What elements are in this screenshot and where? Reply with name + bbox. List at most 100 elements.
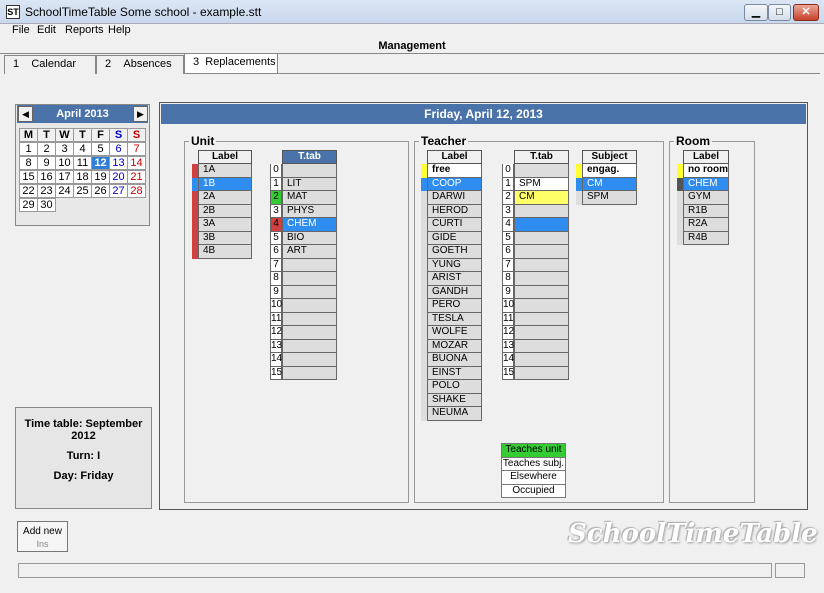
teacher-period-row[interactable]: 5 (502, 231, 569, 245)
teacher-row[interactable]: GIDE (421, 231, 482, 245)
unit-row[interactable]: 3B (192, 231, 252, 245)
unit-period-row[interactable]: 15 (270, 366, 337, 380)
minimize-button[interactable]: ▁ (744, 4, 768, 21)
calendar-day[interactable]: 24 (55, 184, 74, 198)
calendar-day[interactable]: 11 (73, 156, 92, 170)
teacher-row[interactable]: COOP (421, 177, 482, 191)
teacher-period-row[interactable]: 0 (502, 164, 569, 178)
next-month-icon[interactable]: ▶ (133, 106, 148, 122)
unit-period-row[interactable]: 5 BIO (270, 231, 337, 245)
calendar-day[interactable]: 18 (73, 170, 92, 184)
calendar-day[interactable]: 4 (73, 142, 92, 156)
calendar-day[interactable]: 14 (127, 156, 146, 170)
menu-file[interactable]: File (10, 24, 32, 36)
calendar-day[interactable]: 28 (127, 184, 146, 198)
tab-calendar[interactable]: 1 Calendar (4, 55, 96, 74)
calendar-day[interactable]: 1 (19, 142, 38, 156)
unit-period-row[interactable]: 2 MAT (270, 191, 337, 205)
unit-period-row[interactable]: 11 (270, 312, 337, 326)
calendar-day[interactable]: 17 (55, 170, 74, 184)
calendar-day[interactable]: 29 (19, 198, 38, 212)
unit-row[interactable]: 4B (192, 245, 252, 259)
unit-period-row[interactable]: 8 (270, 272, 337, 286)
room-row[interactable]: R4B (677, 231, 729, 245)
calendar-day[interactable]: 19 (91, 170, 110, 184)
teacher-period-row[interactable]: 8 (502, 272, 569, 286)
teacher-period-row[interactable]: 12 (502, 326, 569, 340)
calendar-day[interactable]: 8 (19, 156, 38, 170)
teacher-row[interactable]: CURTI (421, 218, 482, 232)
teacher-period-row[interactable]: 4 (502, 218, 569, 232)
teacher-row[interactable]: NEUMA (421, 407, 482, 421)
unit-row[interactable]: 3A (192, 218, 252, 232)
add-new-button[interactable]: Add new Ins (17, 521, 68, 552)
unit-row[interactable]: 1B (192, 177, 252, 191)
teacher-period-row[interactable]: 11 (502, 312, 569, 326)
teacher-row[interactable]: YUNG (421, 258, 482, 272)
calendar-day[interactable]: 21 (127, 170, 146, 184)
unit-row[interactable]: 1A (192, 164, 252, 178)
unit-period-row[interactable]: 1 LIT (270, 177, 337, 191)
teacher-period-row[interactable]: 10 (502, 299, 569, 313)
teacher-subject-row[interactable]: CM (576, 177, 637, 191)
calendar-day[interactable]: 5 (91, 142, 110, 156)
unit-period-row[interactable]: 10 (270, 299, 337, 313)
teacher-row[interactable]: EINST (421, 366, 482, 380)
calendar-day[interactable]: 3 (55, 142, 74, 156)
calendar-day[interactable]: 13 (109, 156, 128, 170)
teacher-period-row[interactable]: 13 (502, 339, 569, 353)
calendar-day[interactable]: 26 (91, 184, 110, 198)
tab-absences[interactable]: 2 Absences (96, 55, 184, 74)
teacher-row[interactable]: BUONA (421, 353, 482, 367)
calendar-day[interactable]: 2 (37, 142, 56, 156)
calendar-day[interactable]: 22 (19, 184, 38, 198)
menu-edit[interactable]: Edit (35, 24, 58, 36)
teacher-period-row[interactable]: 15 (502, 366, 569, 380)
teacher-row[interactable]: MOZAR (421, 339, 482, 353)
teacher-row[interactable]: POLO (421, 380, 482, 394)
menu-reports[interactable]: Reports (63, 24, 106, 36)
teacher-period-row[interactable]: 2 CM (502, 191, 569, 205)
calendar-day[interactable]: 30 (37, 198, 56, 212)
calendar-day[interactable]: 25 (73, 184, 92, 198)
teacher-row[interactable]: TESLA (421, 312, 482, 326)
teacher-period-row[interactable]: 3 (502, 204, 569, 218)
teacher-row[interactable]: ARIST (421, 272, 482, 286)
calendar-day[interactable]: 23 (37, 184, 56, 198)
teacher-period-row[interactable]: 6 (502, 245, 569, 259)
calendar-day[interactable]: 27 (109, 184, 128, 198)
room-row[interactable]: R1B (677, 204, 729, 218)
teacher-subject-row[interactable]: engag. (576, 164, 637, 178)
unit-period-row[interactable]: 4 CHEM (270, 218, 337, 232)
unit-period-row[interactable]: 3 PHYS (270, 204, 337, 218)
unit-period-row[interactable]: 0 (270, 164, 337, 178)
close-button[interactable]: ✕ (793, 4, 819, 21)
room-row[interactable]: no room (677, 164, 729, 178)
room-row[interactable]: R2A (677, 218, 729, 232)
calendar-day[interactable]: 12 (91, 156, 110, 170)
unit-period-row[interactable]: 7 (270, 258, 337, 272)
teacher-row[interactable]: HEROD (421, 204, 482, 218)
prev-month-icon[interactable]: ◀ (18, 106, 33, 122)
calendar-day[interactable]: 20 (109, 170, 128, 184)
teacher-period-row[interactable]: 1 SPM (502, 177, 569, 191)
teacher-period-row[interactable]: 14 (502, 353, 569, 367)
unit-row[interactable]: 2B (192, 204, 252, 218)
calendar-day[interactable]: 16 (37, 170, 56, 184)
teacher-period-row[interactable]: 9 (502, 285, 569, 299)
unit-period-row[interactable]: 9 (270, 285, 337, 299)
calendar-day[interactable]: 9 (37, 156, 56, 170)
tab-replacements[interactable]: 3 Replacements (184, 53, 278, 73)
teacher-row[interactable]: SHAKE (421, 393, 482, 407)
teacher-row[interactable]: PERO (421, 299, 482, 313)
room-row[interactable]: GYM (677, 191, 729, 205)
unit-row[interactable]: 2A (192, 191, 252, 205)
teacher-row[interactable]: GANDH (421, 285, 482, 299)
menu-help[interactable]: Help (106, 24, 133, 36)
teacher-row[interactable]: WOLFE (421, 326, 482, 340)
teacher-subject-row[interactable]: SPM (576, 191, 637, 205)
calendar-day[interactable]: 6 (109, 142, 128, 156)
room-row[interactable]: CHEM (677, 177, 729, 191)
unit-period-row[interactable]: 12 (270, 326, 337, 340)
calendar-day[interactable]: 7 (127, 142, 146, 156)
